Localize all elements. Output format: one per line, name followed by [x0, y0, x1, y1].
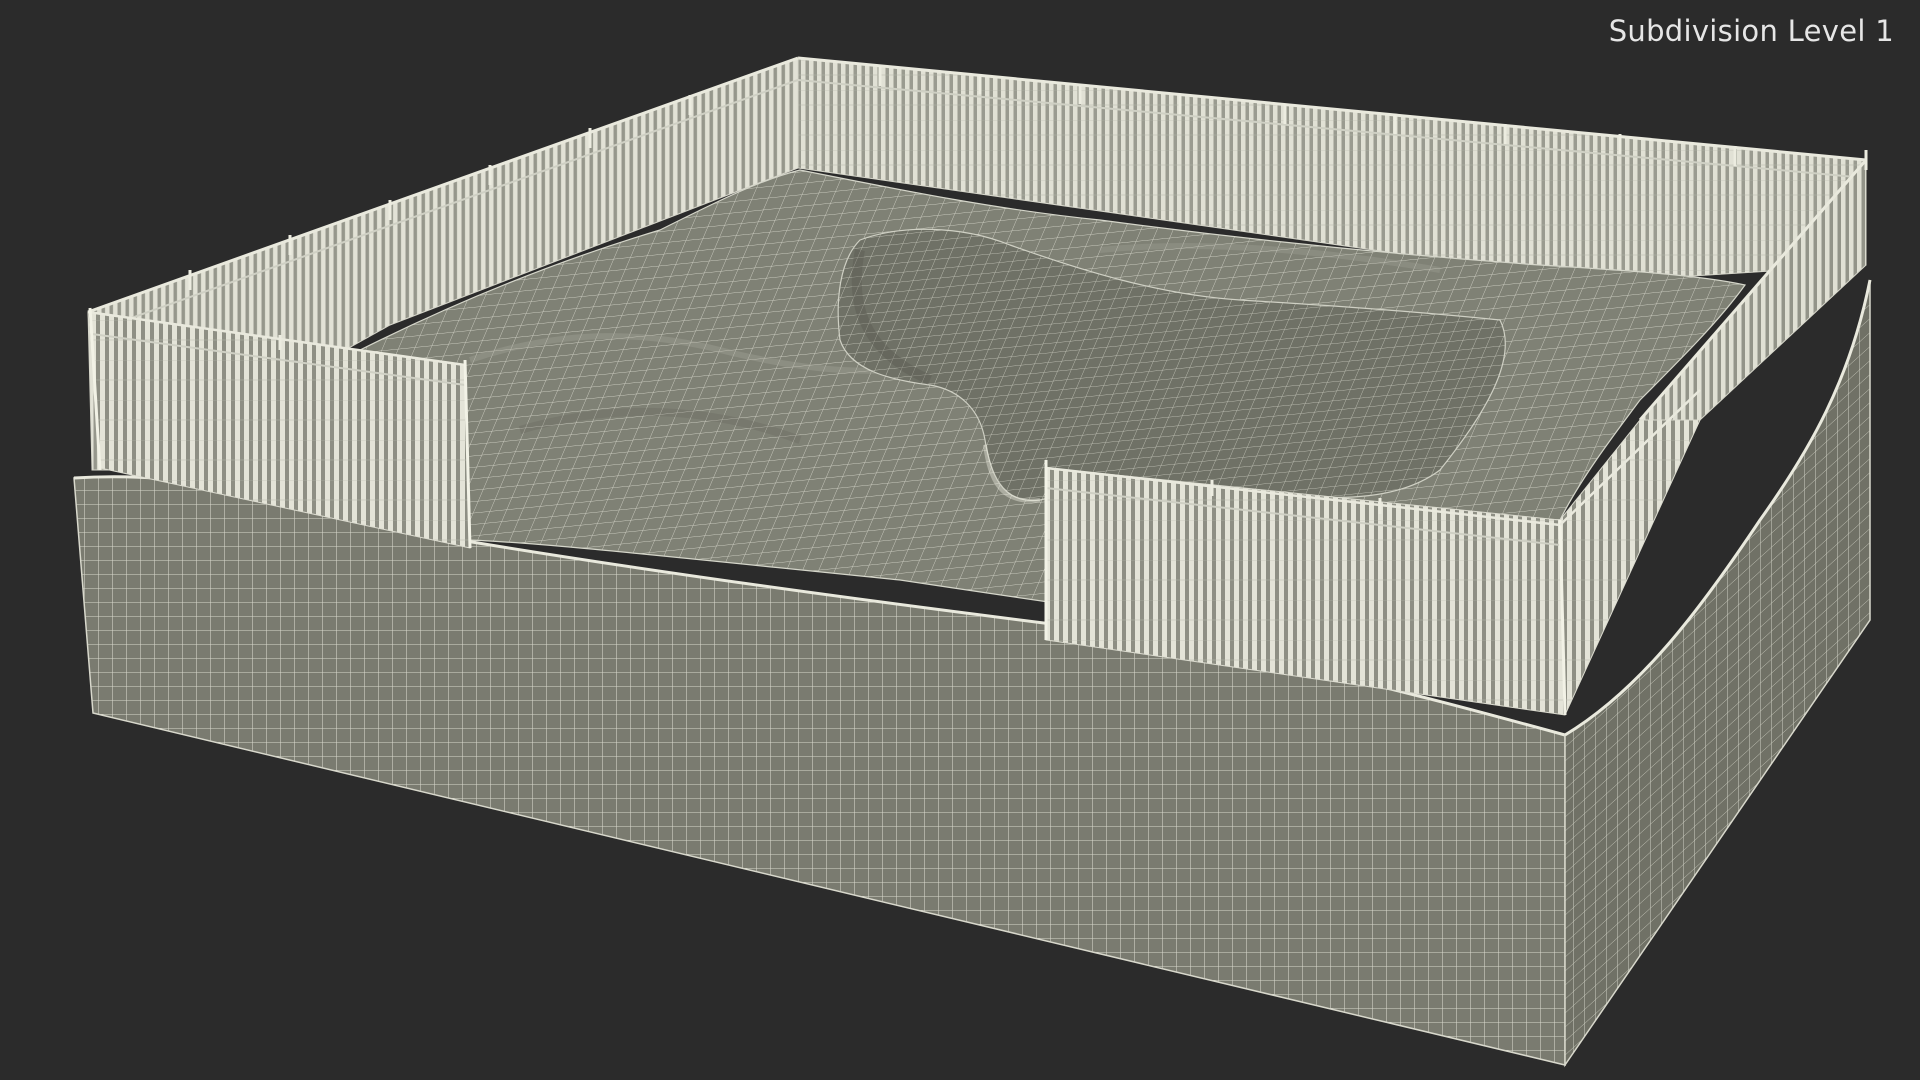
sandbox-wireframe-render: [73, 56, 1872, 1068]
render-viewport: Subdivision Level 1: [0, 0, 1920, 1080]
